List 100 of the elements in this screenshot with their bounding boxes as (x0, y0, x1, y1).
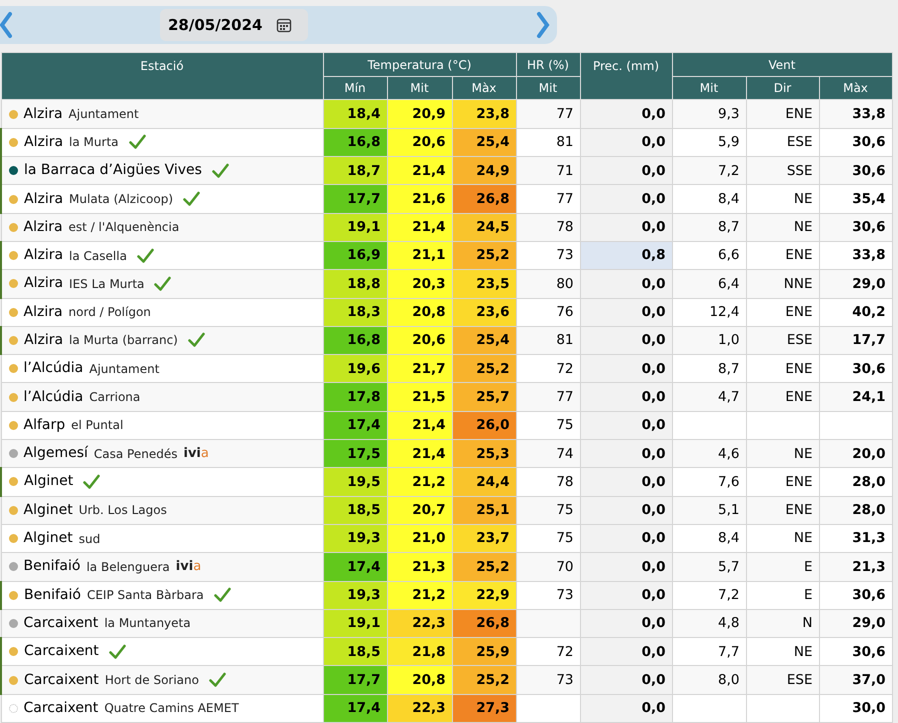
temperature-cell: 21,2 (387, 581, 452, 610)
precipitation-cell: 0,0 (580, 100, 672, 128)
temperature-cell: 18,5 (323, 638, 387, 666)
station-name: la Murta (69, 134, 118, 152)
station-name: IES La Murta (69, 276, 144, 293)
town-name: Alginet (24, 529, 73, 548)
wind-gust-cell: 40,2 (819, 298, 892, 326)
humidity-cell: 73 (516, 581, 580, 610)
station-name: sud (78, 530, 100, 548)
temperature-cell: 21,4 (387, 440, 452, 468)
temperature-cell: 21,8 (387, 638, 452, 666)
temperature-cell: 20,8 (387, 666, 452, 694)
humidity-cell: 77 (516, 100, 580, 128)
wind-cell: 9,3 (672, 100, 746, 128)
precipitation-cell: 0,0 (580, 382, 672, 412)
town-name: Carcaixent (24, 642, 99, 662)
column-header: Prec. (mm) (580, 52, 672, 100)
column-header: HR (%) (516, 52, 580, 77)
date-field[interactable]: 28/05/2024 (160, 9, 308, 41)
temperature-cell: 21,2 (387, 468, 452, 496)
humidity-cell: 78 (516, 213, 580, 242)
town-name: Alginet (24, 472, 74, 492)
temperature-cell: 25,2 (452, 666, 516, 694)
wind-gust-cell: 29,0 (819, 270, 892, 298)
station-name: Urb. Los Lagos (78, 502, 167, 520)
temperature-cell: 17,4 (323, 411, 387, 440)
town-name: l’Alcúdia (24, 388, 84, 407)
wind-cell: 8,7 (672, 213, 746, 242)
station-name: Hort de Soriano (104, 672, 199, 690)
temperature-cell: 27,3 (452, 694, 516, 722)
precipitation-cell: 0,0 (580, 496, 672, 524)
temperature-cell: 19,3 (323, 524, 387, 553)
temperature-cell: 24,4 (452, 468, 516, 496)
station-name: Carriona (89, 389, 140, 406)
wind-direction-cell: NE (746, 213, 819, 242)
wind-gust-cell: 24,1 (819, 382, 892, 412)
wind-cell: 8,0 (672, 666, 746, 694)
precipitation-cell: 0,0 (580, 609, 672, 638)
column-header: Dir (746, 76, 819, 100)
temperature-cell: 17,7 (323, 184, 387, 214)
precipitation-cell: 0,0 (580, 411, 672, 440)
precipitation-cell: 0,8 (580, 241, 672, 270)
wind-direction-cell: ENE (746, 468, 819, 496)
column-header: Mit (516, 76, 580, 100)
calendar-icon[interactable] (276, 17, 292, 33)
network-logo: ivia (176, 558, 202, 576)
station-name: nord / Polígon (68, 304, 151, 322)
wind-direction-cell: ENE (746, 100, 819, 128)
town-name: Carcaixent (24, 698, 98, 718)
temperature-cell: 25,4 (452, 128, 516, 157)
temperature-cell: 25,1 (452, 496, 516, 524)
temperature-cell: 17,4 (323, 552, 387, 582)
wind-gust-cell: 35,4 (819, 184, 892, 214)
check-icon (136, 248, 154, 264)
wind-gust-cell: 30,0 (819, 694, 892, 722)
humidity-cell: 76 (516, 298, 580, 326)
column-header: Mín (323, 76, 387, 100)
temperature-cell: 23,8 (452, 100, 516, 128)
wind-gust-cell: 33,8 (819, 100, 892, 128)
town-name: Carcaixent (24, 614, 98, 633)
temperature-cell: 16,9 (323, 241, 387, 270)
check-icon (212, 162, 229, 179)
humidity-cell: 75 (516, 496, 580, 524)
humidity-cell (516, 694, 580, 722)
wind-direction-cell: NE (746, 184, 819, 214)
column-header: Estació (1, 52, 323, 100)
wind-cell: 4,7 (672, 382, 746, 412)
town-name: Alzira (24, 330, 64, 350)
precipitation-cell: 0,0 (580, 184, 672, 214)
wind-direction-cell: E (746, 552, 819, 582)
temperature-cell: 17,4 (323, 694, 387, 722)
temperature-cell: 20,6 (387, 128, 452, 157)
temperature-cell: 20,3 (387, 270, 452, 298)
wind-gust-cell: 30,6 (819, 213, 892, 242)
temperature-cell: 21,5 (387, 382, 452, 412)
wind-cell: 7,6 (672, 468, 746, 496)
temperature-cell: 21,7 (387, 354, 452, 383)
wind-direction-cell: NNE (746, 270, 819, 298)
temperature-cell: 22,3 (387, 609, 452, 638)
check-icon (208, 672, 226, 688)
temperature-cell: 20,9 (387, 100, 452, 128)
station-name: Ajuntament (89, 360, 160, 378)
precipitation-cell: 0,0 (580, 666, 672, 694)
check-icon (128, 134, 146, 150)
temperature-cell: 22,9 (452, 581, 516, 610)
wind-cell: 5,1 (672, 496, 746, 524)
wind-cell: 7,2 (672, 581, 746, 610)
town-name: Alzira (24, 274, 64, 294)
wind-cell: 8,4 (672, 184, 746, 214)
town-name: Benifaió (24, 557, 80, 576)
temperature-cell: 18,3 (323, 298, 387, 326)
wind-direction-cell: E (746, 581, 819, 610)
humidity-cell: 80 (516, 270, 580, 298)
temperature-cell: 19,5 (323, 468, 387, 496)
column-header: Màx (819, 76, 892, 100)
precipitation-cell: 0,0 (580, 694, 672, 722)
temperature-cell: 18,7 (323, 156, 387, 185)
temperature-cell: 19,1 (323, 609, 387, 638)
town-name: Carcaixent (24, 670, 99, 690)
temperature-cell: 24,5 (452, 213, 516, 242)
